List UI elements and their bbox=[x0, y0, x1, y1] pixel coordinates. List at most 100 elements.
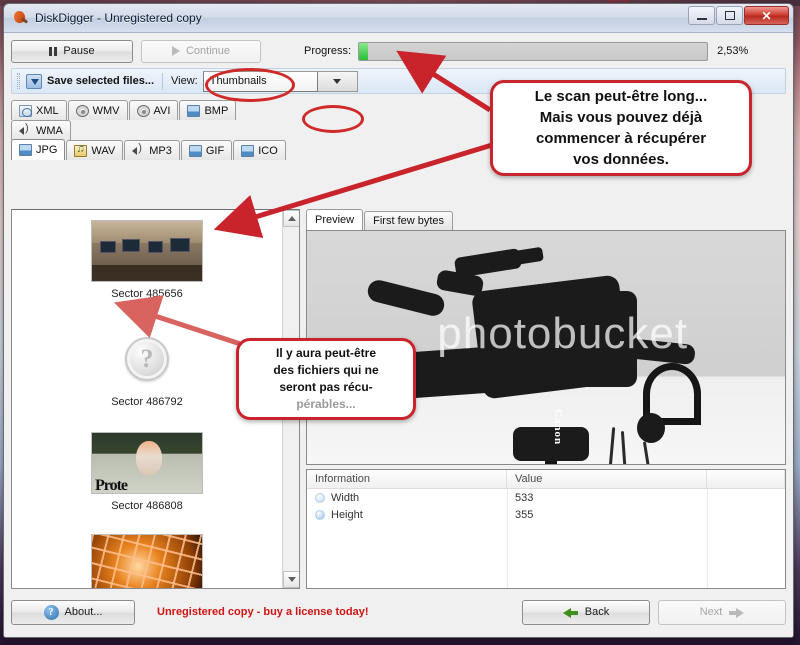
view-mode-select[interactable]: Thumbnails bbox=[202, 70, 318, 92]
list-item[interactable]: Sector 485656 bbox=[12, 210, 282, 300]
sound-icon bbox=[132, 142, 145, 157]
maximize-button[interactable] bbox=[716, 6, 743, 25]
info-name-cell: Height bbox=[307, 509, 507, 521]
footer-bar: ? About... Unregistered copy - buy a lic… bbox=[11, 595, 786, 629]
view-mode-dropdown-button[interactable] bbox=[317, 70, 358, 92]
file-action-toolbar: Save selected files... View: Thumbnails bbox=[11, 68, 786, 94]
question-mark-icon: ? bbox=[125, 337, 169, 381]
tab-bmp[interactable]: BMP bbox=[179, 100, 237, 120]
save-icon bbox=[26, 73, 42, 89]
tab-bmp-label: BMP bbox=[204, 104, 229, 117]
next-button[interactable]: Next bbox=[658, 599, 786, 625]
tab-wav[interactable]: WAV bbox=[66, 140, 124, 160]
about-button[interactable]: ? About... bbox=[11, 599, 135, 625]
file-type-tab-row-2: WMA bbox=[11, 119, 293, 140]
license-notice[interactable]: Unregistered copy - buy a license today! bbox=[157, 606, 369, 618]
next-button-label: Next bbox=[699, 606, 723, 618]
arrow-left-icon bbox=[562, 606, 579, 619]
tab-ico-label: ICO bbox=[258, 144, 278, 157]
chevron-up-icon bbox=[287, 216, 296, 221]
thumbnail-list-panel[interactable]: Sector 485656 ? Sector 486792 Prote Sect… bbox=[11, 209, 300, 589]
tab-gif-label: GIF bbox=[205, 144, 225, 157]
continue-button[interactable]: Continue bbox=[141, 39, 261, 63]
tab-wma[interactable]: WMA bbox=[11, 120, 71, 140]
list-item[interactable]: Prote Sector 486808 bbox=[12, 408, 282, 512]
tab-mp3[interactable]: MP3 bbox=[124, 140, 180, 160]
thumbnail-caption: Sector 485656 bbox=[111, 288, 183, 300]
chevron-down-icon bbox=[333, 78, 342, 84]
bullet-icon bbox=[315, 509, 325, 520]
info-name-cell: Width bbox=[307, 492, 507, 504]
tab-wma-label: WMA bbox=[36, 124, 63, 137]
progress-label: Progress: bbox=[304, 45, 352, 57]
save-selected-files-button[interactable]: Save selected files... bbox=[47, 75, 154, 87]
tab-avi[interactable]: AVI bbox=[128, 100, 179, 120]
close-button[interactable]: ✕ bbox=[744, 6, 789, 25]
thumbnail-caption: Sector 486808 bbox=[111, 500, 183, 512]
toolbar-grip[interactable] bbox=[17, 73, 20, 89]
tab-preview[interactable]: Preview bbox=[306, 209, 364, 230]
canon-brand-mark: Canon bbox=[552, 409, 564, 446]
info-value-cell: 355 bbox=[515, 508, 534, 521]
thumbnail-caption: Sector 486792 bbox=[111, 396, 183, 408]
minimize-icon bbox=[696, 17, 707, 20]
tab-jpg[interactable]: JPG bbox=[11, 139, 66, 160]
information-table[interactable]: Information Value Width 533 Height 355 bbox=[306, 469, 786, 589]
thumbnail-image: Prote bbox=[91, 432, 203, 494]
column-header-value[interactable]: Value bbox=[507, 470, 707, 488]
scroll-up-button[interactable] bbox=[283, 210, 299, 227]
minimize-button[interactable] bbox=[688, 6, 715, 25]
table-row[interactable]: Height 355 bbox=[307, 506, 785, 523]
image-icon bbox=[19, 144, 32, 156]
pause-button[interactable]: Pause bbox=[11, 39, 133, 63]
tab-wav-label: WAV bbox=[91, 144, 116, 157]
list-item[interactable] bbox=[12, 512, 282, 588]
about-button-label: About... bbox=[64, 606, 103, 618]
tab-wmv[interactable]: WMV bbox=[67, 100, 128, 120]
thumbnail-image bbox=[91, 534, 203, 588]
progress-bar-fill bbox=[359, 42, 368, 60]
preview-image-area[interactable]: Canon photobucket bbox=[306, 230, 786, 465]
preview-tab-strip: Preview First few bytes bbox=[306, 209, 786, 230]
pause-button-label: Pause bbox=[63, 45, 95, 57]
info-value-cell: 533 bbox=[515, 491, 534, 504]
note-icon bbox=[74, 143, 88, 157]
file-type-tab-row-1: XML WMV AVI BMP bbox=[11, 99, 293, 120]
view-label: View: bbox=[171, 75, 198, 87]
column-header-extra[interactable] bbox=[707, 470, 785, 488]
table-row[interactable]: Width 533 bbox=[307, 489, 785, 506]
continue-button-label: Continue bbox=[185, 45, 231, 57]
tab-mp3-label: MP3 bbox=[149, 144, 172, 157]
table-column-divider bbox=[507, 489, 508, 588]
tab-first-few-bytes[interactable]: First few bytes bbox=[364, 211, 454, 230]
info-name-text: Height bbox=[331, 508, 363, 521]
view-mode-value: Thumbnails bbox=[209, 75, 267, 87]
column-header-information[interactable]: Information bbox=[307, 470, 507, 488]
back-button[interactable]: Back bbox=[522, 599, 650, 625]
tab-xml-label: XML bbox=[36, 104, 59, 117]
tab-ico[interactable]: ICO bbox=[233, 140, 286, 160]
image-icon bbox=[188, 144, 202, 157]
maximize-icon bbox=[724, 11, 735, 20]
title-bar[interactable]: DiskDigger - Unregistered copy ✕ bbox=[4, 4, 793, 33]
tab-gif[interactable]: GIF bbox=[180, 140, 233, 160]
back-button-label: Back bbox=[584, 606, 610, 618]
tab-xml[interactable]: XML bbox=[11, 100, 67, 120]
scrollbar-thumb[interactable] bbox=[285, 365, 298, 381]
tab-preview-label: Preview bbox=[315, 214, 355, 226]
application-window: DiskDigger - Unregistered copy ✕ Pause C… bbox=[3, 3, 794, 638]
chevron-down-icon bbox=[287, 577, 296, 582]
image-icon bbox=[187, 104, 201, 117]
thumbnail-scrollbar[interactable] bbox=[282, 210, 299, 588]
close-icon: ✕ bbox=[761, 8, 772, 23]
list-item[interactable]: ? Sector 486792 bbox=[12, 300, 282, 408]
arrow-right-icon bbox=[728, 606, 745, 619]
diskdigger-app-icon bbox=[11, 9, 29, 27]
split-panes: Sector 485656 ? Sector 486792 Prote Sect… bbox=[11, 209, 786, 589]
window-controls: ✕ bbox=[688, 6, 789, 25]
scroll-down-button[interactable] bbox=[283, 571, 299, 588]
disc-icon bbox=[136, 104, 150, 117]
thumbnail-unknown: ? bbox=[91, 328, 203, 390]
file-type-tab-strip: XML WMV AVI BMP WMA bbox=[11, 99, 293, 160]
bullet-icon bbox=[315, 492, 325, 503]
